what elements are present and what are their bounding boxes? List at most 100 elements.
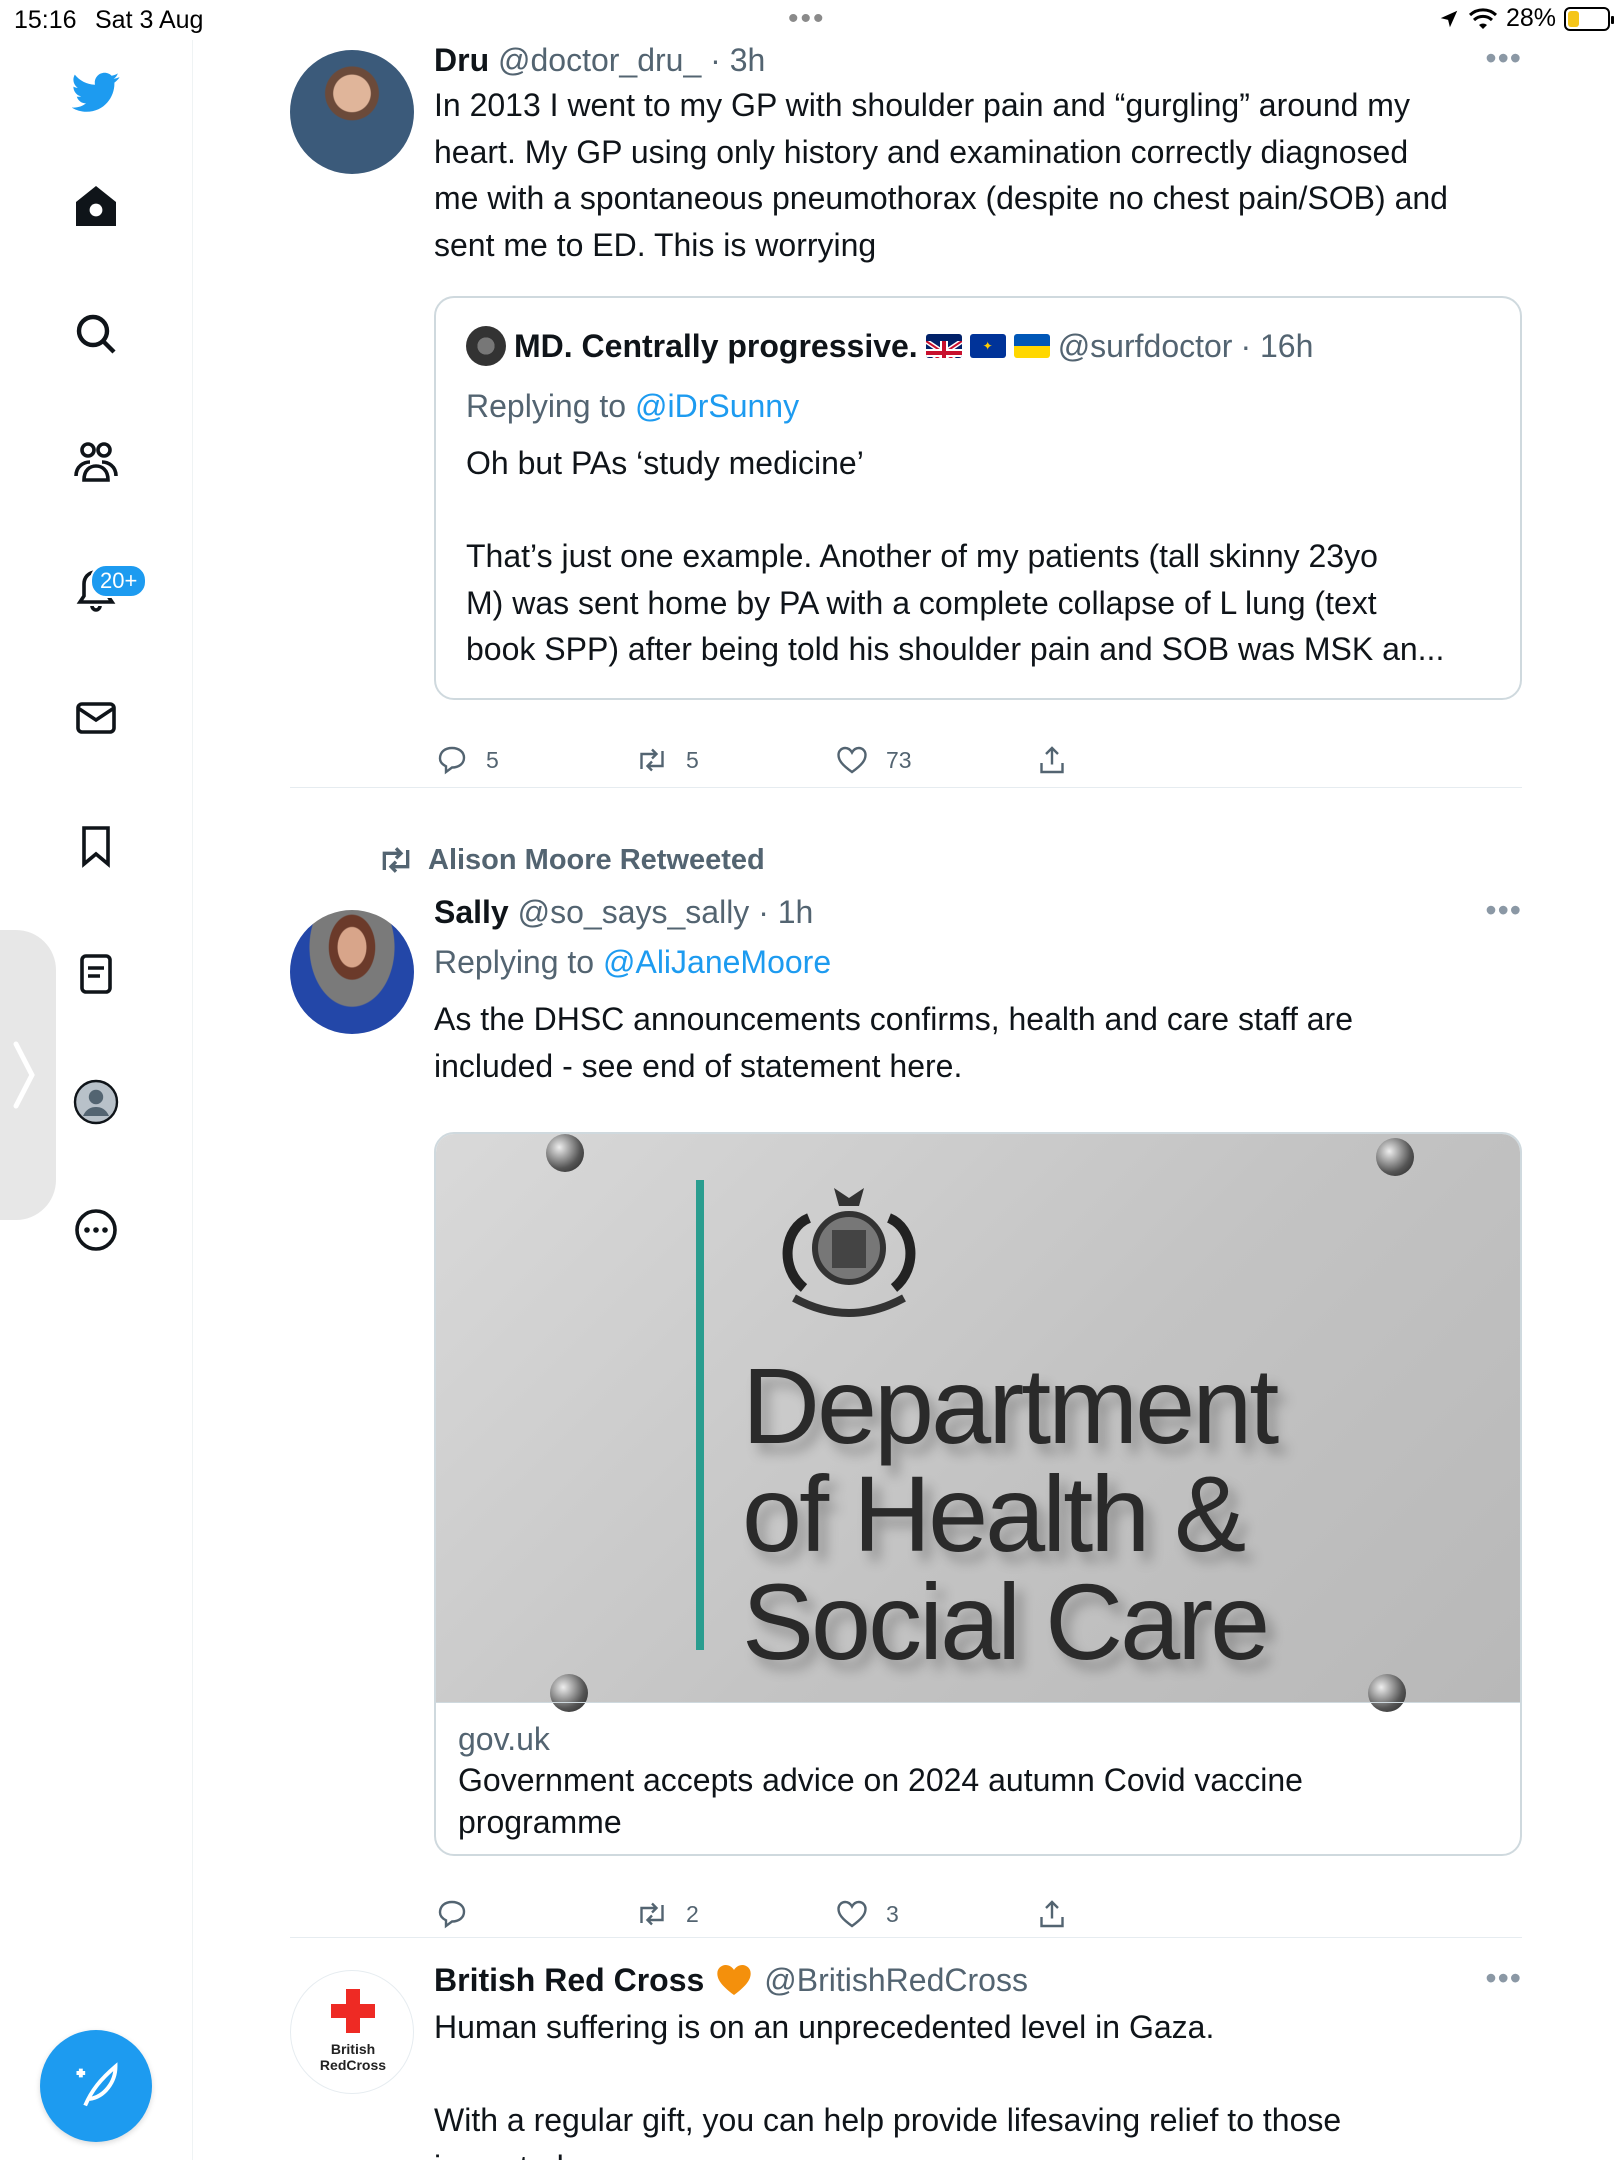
tweet-text: As the DHSC announcements confirms, heal… — [434, 1001, 1353, 1084]
avatar-logo-text: British RedCross — [319, 2041, 387, 2073]
heart-icon — [837, 1900, 867, 1928]
eu-flag-icon: ✦ — [969, 334, 1006, 358]
reply-bubble-icon — [438, 746, 466, 775]
author-name[interactable]: Dru — [434, 42, 489, 78]
replying-to: Replying to @AliJaneMoore — [434, 942, 831, 982]
orange-heart-icon — [717, 1965, 751, 1995]
link-card-title: Government accepts advice on 2024 autumn… — [458, 1762, 1303, 1840]
share-icon — [1040, 1900, 1064, 1928]
quoted-tweet-text: Oh but PAs ‘study medicine’ That’s just … — [466, 445, 1445, 667]
stud-decoration — [546, 1134, 584, 1172]
battery-level-fill — [1568, 10, 1579, 27]
quoted-avatar — [466, 326, 506, 366]
tweet-text: Human suffering is on an unprecedented l… — [434, 2009, 1342, 2160]
retweet-count: 2 — [686, 1900, 699, 1927]
status-date: Sat 3 Aug — [95, 6, 204, 34]
tweet-header: British Red Cross @BritishRedCross — [434, 1960, 1522, 2000]
quoted-tweet-header: MD. Centrally progressive. ✦ @surfdoctor… — [466, 326, 1313, 366]
avatar[interactable]: British RedCross — [290, 1970, 414, 2094]
more-options-circle-icon[interactable] — [62, 1196, 130, 1264]
share-button[interactable] — [1034, 1892, 1070, 1936]
retweet-icon — [640, 748, 664, 772]
tweet-actions: 5 5 73 — [434, 738, 1134, 782]
tweet-header: Dru @doctor_dru_ · 3h — [434, 40, 1522, 80]
chevron-right-icon — [13, 1041, 35, 1109]
more-options-icon[interactable]: ••• — [1485, 40, 1522, 77]
replying-to-label: Replying to — [466, 388, 635, 424]
retweet-icon — [640, 1902, 664, 1926]
communities-icon[interactable] — [62, 428, 130, 496]
tweet[interactable]: Alison Moore Retweeted Sally @so_says_sa… — [290, 810, 1522, 1938]
retweeted-by: Alison Moore Retweeted — [376, 840, 765, 880]
reply-button[interactable] — [434, 1892, 486, 1936]
quoted-author-name: MD. Centrally progressive. — [514, 328, 918, 364]
replying-to-handle[interactable]: @AliJaneMoore — [603, 944, 831, 980]
lists-icon[interactable] — [62, 940, 130, 1008]
royal-crest-icon — [782, 1188, 916, 1317]
author-handle[interactable]: @BritishRedCross — [764, 1960, 1028, 2000]
uk-flag-icon — [925, 334, 962, 358]
notification-count-badge: 20+ — [90, 564, 148, 598]
like-button[interactable]: 3 — [834, 1892, 899, 1936]
author-handle[interactable]: @so_says_sally — [518, 894, 750, 930]
compose-tweet-button[interactable] — [40, 2030, 152, 2142]
like-count: 3 — [886, 1900, 899, 1927]
avatar[interactable] — [290, 910, 414, 1034]
home-icon[interactable] — [62, 172, 130, 240]
quoted-author-handle: @surfdoctor — [1057, 328, 1233, 364]
more-options-icon[interactable]: ••• — [1485, 1960, 1522, 1997]
compose-feather-icon — [76, 2062, 118, 2107]
replying-to-handle[interactable]: @iDrSunny — [635, 388, 799, 424]
avatar[interactable] — [290, 50, 414, 174]
retweet-count: 5 — [686, 746, 699, 773]
reply-button[interactable]: 5 — [434, 738, 499, 782]
link-card[interactable]: Department of Health & Social Care gov.u… — [434, 1132, 1522, 1856]
quoted-tweet-time: · 16h — [1240, 328, 1314, 364]
reply-bubble-icon — [438, 1900, 466, 1929]
profile-avatar-icon[interactable] — [62, 1068, 130, 1136]
retweet-icon — [382, 847, 410, 873]
twitter-logo-icon[interactable] — [62, 58, 130, 126]
quoted-replying-to: Replying to @iDrSunny — [466, 386, 799, 426]
battery-percent: 28% — [1505, 4, 1556, 32]
accent-bar — [696, 1180, 704, 1650]
quoted-tweet[interactable]: MD. Centrally progressive. ✦ @surfdoctor… — [434, 296, 1522, 700]
tweet-actions: 2 3 — [434, 1892, 1134, 1936]
more-options-icon[interactable]: ••• — [1485, 892, 1522, 929]
wifi-icon — [1468, 7, 1497, 29]
author-name[interactable]: Sally — [434, 894, 509, 930]
tweet[interactable]: British RedCross British Red Cross @Brit… — [290, 1938, 1522, 2160]
status-time: 15:16 — [14, 6, 77, 34]
sidebar-pull-tab[interactable] — [0, 930, 56, 1220]
search-icon[interactable] — [62, 300, 130, 368]
retweeted-by-label[interactable]: Alison Moore Retweeted — [428, 844, 765, 877]
tweet[interactable]: Dru @doctor_dru_ · 3h ••• In 2013 I went… — [290, 40, 1522, 790]
stud-decoration — [1376, 1138, 1414, 1176]
bookmark-icon[interactable] — [62, 812, 130, 880]
replying-to-label: Replying to — [434, 944, 603, 980]
messages-envelope-icon[interactable] — [62, 684, 130, 752]
tweet-divider — [290, 787, 1522, 788]
status-bar: 15:16 Sat 3 Aug ••• 28% — [0, 0, 1620, 40]
like-button[interactable]: 73 — [834, 738, 912, 782]
share-button[interactable] — [1034, 738, 1070, 782]
heart-icon — [837, 746, 867, 774]
share-icon — [1040, 746, 1064, 774]
ukraine-flag-icon — [1013, 334, 1050, 358]
author-handle[interactable]: @doctor_dru_ — [498, 42, 701, 78]
red-cross-logo-icon — [331, 1989, 375, 2033]
retweet-button[interactable]: 5 — [634, 738, 699, 782]
retweet-button[interactable]: 2 — [634, 1892, 699, 1936]
link-card-domain: gov.uk — [458, 1721, 550, 1757]
department-name-image-text: Department of Health & Social Care — [742, 1345, 1279, 1682]
author-name[interactable]: British Red Cross — [434, 1960, 704, 2000]
reply-count: 5 — [486, 746, 499, 773]
location-arrow-icon — [1440, 10, 1458, 27]
multitasking-dots-icon[interactable]: ••• — [788, 4, 826, 34]
tweet-time[interactable]: · 1h — [758, 894, 813, 930]
notifications-bell-icon[interactable]: 20+ — [62, 556, 148, 624]
link-card-image: Department of Health & Social Care — [436, 1134, 1520, 1712]
tweet-time[interactable]: · 3h — [710, 42, 765, 78]
like-count: 73 — [886, 746, 912, 773]
link-card-meta: gov.uk Government accepts advice on 2024… — [436, 1702, 1520, 1854]
